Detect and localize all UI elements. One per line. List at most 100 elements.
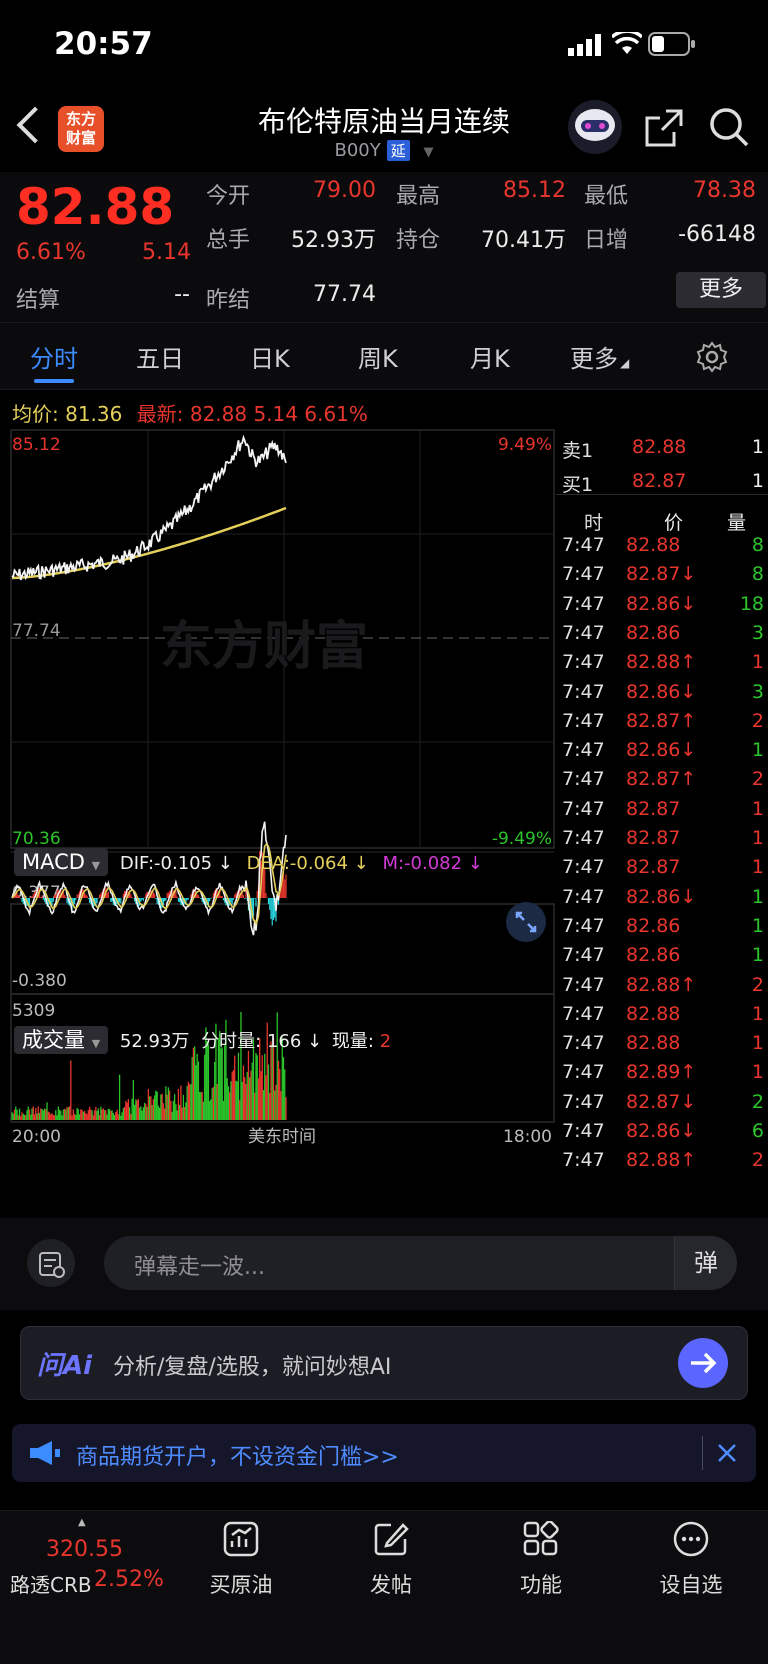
- tab-intraday[interactable]: 分时: [30, 339, 78, 374]
- trade-price: 82.88↑: [626, 1149, 697, 1172]
- latest-price: 82.88: [189, 402, 248, 426]
- trade-qty: 1: [751, 856, 764, 879]
- trade-price: 82.87: [626, 797, 681, 820]
- chart-box-icon: [223, 1521, 259, 1557]
- change-value: 5.14: [142, 240, 191, 265]
- tab-daily-k[interactable]: 日K: [250, 339, 290, 374]
- low-label: 最低: [584, 184, 629, 209]
- chart-tabs: 分时 五日 日K 周K 月K 更多 ◢: [0, 322, 768, 390]
- trade-qty: 3: [751, 680, 764, 703]
- bid-qty: 1: [751, 470, 764, 492]
- trade-row: 7:47 82.87↑ 2: [560, 768, 766, 798]
- bid-label: 买1: [562, 474, 594, 496]
- trade-price: 82.86↓: [626, 739, 697, 762]
- change-percent: 6.61%: [16, 240, 86, 265]
- caret-icon: ◢: [620, 356, 630, 370]
- trade-time: 7:47: [562, 973, 605, 996]
- last-price: 82.88: [16, 178, 175, 236]
- bid-row: 买1 82.87 1: [560, 470, 766, 500]
- header: 东方 财富 布伦特原油当月连续 B00Y 延 ▼: [0, 92, 768, 170]
- chevron-down-icon: ▼: [91, 1037, 101, 1050]
- tab-post-label: 发帖: [370, 1573, 412, 1597]
- trade-row: 7:47 82.87↓ 8: [560, 563, 766, 593]
- trade-qty: 1: [751, 1002, 764, 1025]
- trade-price: 82.87: [626, 827, 681, 849]
- trade-price: 82.86↓: [626, 680, 697, 703]
- macd-panel-frame: [10, 903, 555, 995]
- settings-gear-icon[interactable]: [696, 341, 728, 373]
- x-axis-mid: 美东时间: [248, 1127, 316, 1147]
- edit-icon: [374, 1523, 409, 1556]
- tab-monthly-k[interactable]: 月K: [470, 339, 510, 374]
- close-icon[interactable]: [716, 1442, 738, 1464]
- comment-input[interactable]: 弹幕走一波... 弹: [104, 1236, 737, 1290]
- macd-selector[interactable]: MACD ▼: [14, 848, 109, 876]
- trade-time: 7:47: [562, 856, 605, 879]
- minute-volume-value: 166 ↓: [266, 1031, 323, 1052]
- comment-settings-icon[interactable]: [26, 1238, 76, 1288]
- quote-panel: 82.88 6.61% 5.14 结算 -- 今开 79.00 最高 85.12…: [0, 172, 768, 322]
- macd-header: MACD ▼ DIF:-0.105 ↓ DEA:-0.064 ↓ M:-0.08…: [14, 848, 483, 876]
- tab-buy-oil-label: 买原油: [209, 1573, 273, 1597]
- low-value: 78.38: [693, 178, 756, 203]
- ai-prompt-text: 分析/复盘/选股，就问妙想AI: [113, 1355, 392, 1380]
- active-tab-underline: [34, 379, 74, 383]
- trade-time: 7:47: [562, 827, 605, 849]
- trade-time: 7:47: [562, 534, 605, 556]
- trade-price: 82.89↑: [626, 1061, 697, 1084]
- search-icon[interactable]: [708, 106, 750, 148]
- quote-depth: 卖1 82.88 1 买1 82.87 1: [556, 430, 768, 496]
- trade-qty: 1: [751, 797, 764, 820]
- trade-qty: 8: [751, 563, 764, 586]
- trade-price: 82.86: [626, 944, 681, 967]
- minute-volume-label: 分时量:: [201, 1031, 262, 1052]
- col-price: 价: [664, 512, 684, 534]
- high-value: 85.12: [503, 178, 566, 203]
- comment-placeholder: 弹幕走一波...: [134, 1255, 265, 1280]
- trade-time: 7:47: [562, 1090, 605, 1113]
- expand-icon[interactable]: [504, 900, 548, 944]
- trade-qty: 1: [751, 885, 764, 908]
- trade-time: 7:47: [562, 1002, 605, 1025]
- trade-time: 7:47: [562, 768, 605, 791]
- tab-weekly-k[interactable]: 周K: [358, 339, 398, 374]
- share-icon[interactable]: [644, 108, 684, 148]
- index-percent: 2.52%: [94, 1567, 164, 1592]
- volume-label: 总手: [206, 228, 251, 253]
- price-line: [11, 434, 287, 581]
- danmu-button[interactable]: 弹: [674, 1236, 737, 1290]
- trade-time: 7:47: [562, 944, 605, 967]
- delay-badge: 延: [386, 140, 410, 161]
- trade-row: 7:47 82.89↑ 1: [560, 1061, 766, 1091]
- trade-row: 7:47 82.86↓ 18: [560, 593, 766, 623]
- trade-row: 7:47 82.86↓ 1: [560, 886, 766, 916]
- more-button[interactable]: 更多: [676, 272, 766, 308]
- trade-qty: 18: [739, 592, 764, 615]
- trade-price: 82.88: [626, 1032, 681, 1055]
- ask-qty: 1: [751, 436, 764, 458]
- chevron-down-icon: ▼: [91, 859, 101, 872]
- trade-qty: 1: [751, 1061, 764, 1084]
- tab-add-watchlist-label: 设自选: [659, 1573, 723, 1597]
- trade-qty: 1: [751, 914, 764, 937]
- trade-time: 7:47: [562, 1120, 605, 1142]
- prev-settle-axis-label: 77.74: [12, 621, 61, 641]
- trade-price: 82.87↑: [626, 709, 697, 732]
- promo-banner[interactable]: 商品期货开户，不设资金门槛>>: [12, 1424, 756, 1482]
- trade-row: 7:47 82.87 1: [560, 798, 766, 828]
- up-caret-icon: ▲: [78, 1517, 86, 1528]
- ai-assistant-bar[interactable]: 问Ai 分析/复盘/选股，就问妙想AI: [20, 1326, 748, 1400]
- index-ticker[interactable]: ▲ 320.55 路透CRB 2.52%: [0, 1511, 170, 1631]
- trade-time: 7:47: [562, 914, 605, 937]
- intraday-chart[interactable]: 东方财富 85.12 9.49% 77.74 70.36 -9.49% 0.37…: [0, 428, 556, 1218]
- average-line-info: 均价: 81.36 最新: 82.88 5.14 6.61%: [12, 398, 368, 427]
- tab-five-day[interactable]: 五日: [136, 339, 184, 374]
- tab-more[interactable]: 更多 ◢: [570, 339, 629, 374]
- trade-time: 7:47: [562, 592, 605, 615]
- open-interest-label: 持仓: [396, 228, 441, 253]
- arrow-right-icon[interactable]: [677, 1337, 729, 1389]
- trade-price: 82.86: [626, 621, 681, 644]
- robot-assistant-icon[interactable]: [566, 98, 624, 156]
- trade-row: 7:47 82.87 1: [560, 856, 766, 886]
- volume-selector[interactable]: 成交量 ▼: [14, 1026, 109, 1054]
